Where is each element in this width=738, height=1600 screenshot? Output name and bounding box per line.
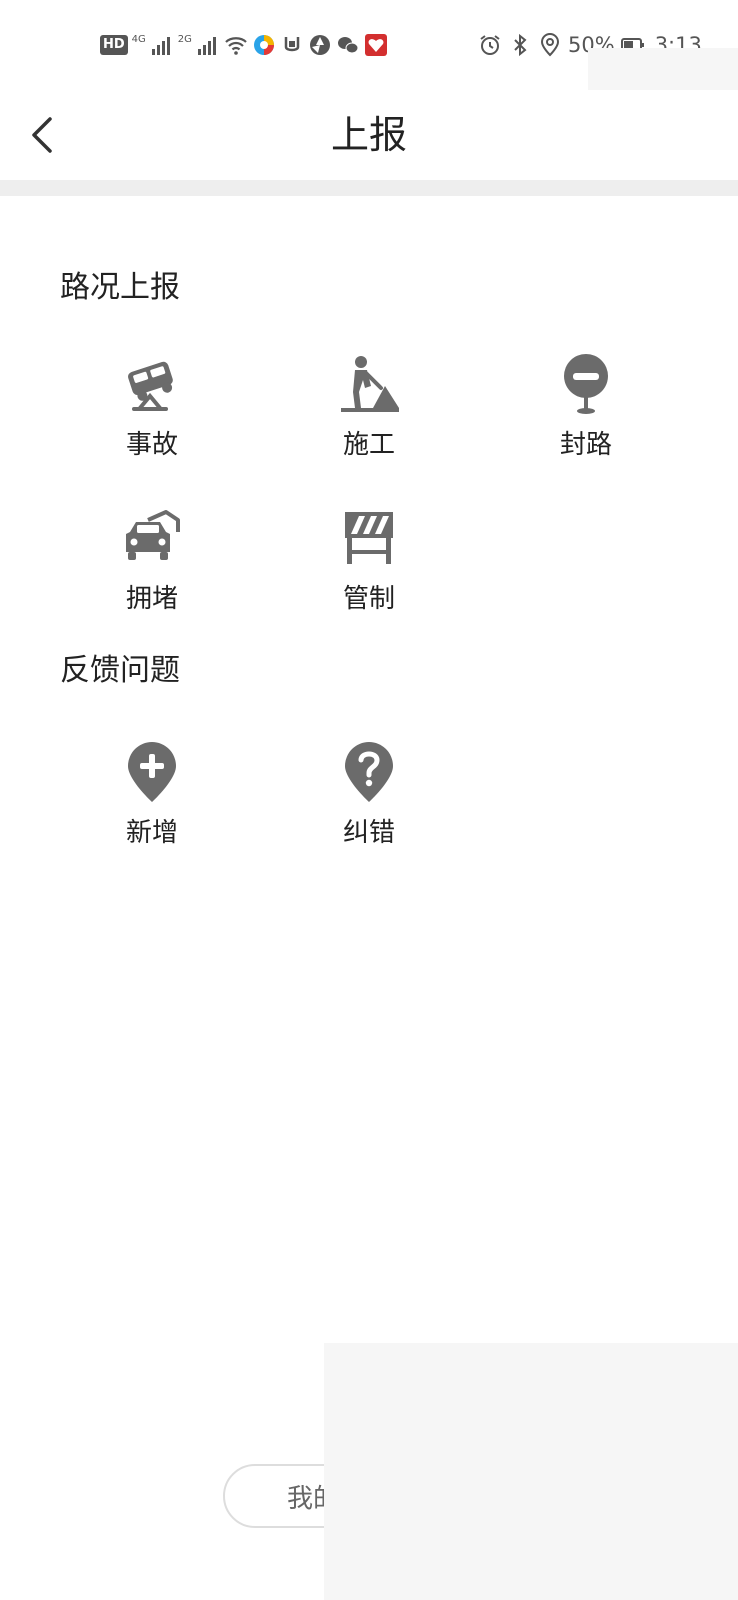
network-2g-label: 2G [177,33,192,45]
header: 上报 [0,90,738,180]
header-divider [0,180,738,196]
signal-icon-2 [197,37,216,55]
grid-item-road-closed[interactable]: 封路 [516,352,656,482]
construction-icon [341,356,399,412]
add-place-icon [128,742,176,802]
grid-item-correction[interactable]: 纠错 [299,740,439,870]
grid-label-correction: 纠错 [342,818,395,848]
colorful-app-icon [253,35,274,55]
grid-item-traffic-control[interactable]: 管制 [299,506,439,636]
section-title-road-report: 路况上报 [60,270,180,305]
wechat-icon [337,37,359,54]
back-button[interactable] [22,110,62,160]
location-icon [540,33,560,57]
bluetooth-icon [514,33,527,57]
aperture-app-icon [309,35,330,55]
red-app-icon [364,34,387,56]
section-title-feedback: 反馈问题 [60,653,180,688]
traffic-control-icon [345,512,393,564]
grid-item-construction[interactable]: 施工 [299,352,439,482]
hd-badge: HD [100,35,128,55]
grid-item-accident[interactable]: 事故 [82,352,222,482]
network-4g-label: 4G [131,33,146,45]
grid-item-traffic-jam[interactable]: 拥堵 [82,506,222,636]
grid-label-construction: 施工 [342,430,395,460]
grid-label-accident: 事故 [125,430,178,460]
road-closed-icon [564,354,608,414]
grid-label-add-place: 新增 [125,818,178,848]
status-left-group: HD 4G 2G [100,30,388,60]
wifi-icon [225,37,247,55]
correction-icon [345,742,393,802]
grid-label-road-closed: 封路 [559,430,612,460]
chevron-left-icon [32,117,52,153]
grid-item-add-place[interactable]: 新增 [82,740,222,870]
signal-icon [151,37,170,55]
app-notification-icon [284,37,300,52]
grid-label-traffic-jam: 拥堵 [125,584,178,614]
traffic-jam-icon [126,510,180,560]
bottom-overlay [324,1343,738,1600]
page-title: 上报 [330,113,407,157]
accident-icon [128,361,173,411]
grid-label-traffic-control: 管制 [342,584,395,614]
alarm-icon [480,35,500,55]
